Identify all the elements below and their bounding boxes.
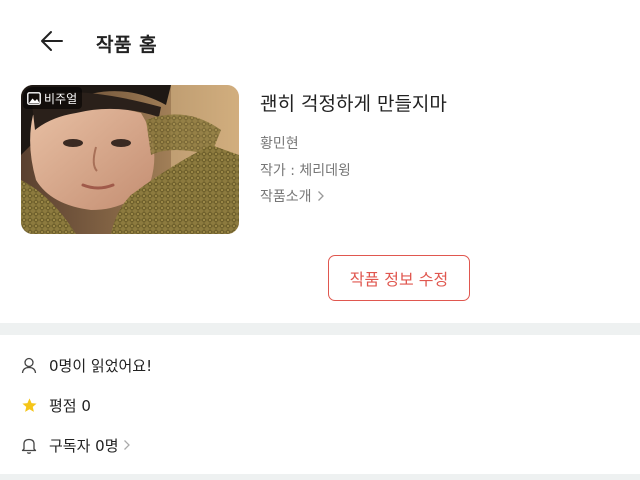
- back-button[interactable]: [36, 26, 68, 58]
- edit-work-info-button[interactable]: 작품 정보 수정: [328, 255, 470, 301]
- rating-stat: 평점 0: [20, 393, 91, 417]
- intro-link[interactable]: 작품소개: [260, 186, 325, 206]
- section-divider: [0, 474, 640, 480]
- section-divider: [0, 323, 640, 335]
- person-icon: [20, 356, 38, 374]
- cover-image[interactable]: 비주얼: [21, 85, 239, 234]
- readers-stat-label: 0명이 읽었어요!: [49, 356, 153, 375]
- work-subtitle: 황민현: [260, 136, 299, 152]
- page-title: 작품 홈: [96, 34, 158, 56]
- chevron-right-icon: [123, 439, 131, 451]
- intro-link-label: 작품소개: [260, 189, 312, 205]
- readers-stat: 0명이 읽었어요!: [20, 353, 152, 377]
- rating-stat-label: 평점 0: [49, 396, 91, 415]
- image-icon: [27, 91, 41, 105]
- star-icon: [20, 396, 38, 414]
- chevron-right-icon: [317, 191, 324, 201]
- bell-icon: [20, 436, 38, 454]
- subscribers-stat[interactable]: 구독자 0명: [20, 433, 131, 457]
- header-bar: 작품 홈: [0, 0, 640, 86]
- arrow-left-icon: [41, 31, 63, 51]
- visual-badge: 비주얼: [23, 87, 83, 109]
- work-author: 작가 : 체리데윙: [260, 163, 351, 179]
- subscribers-stat-label: 구독자 0명: [49, 436, 119, 455]
- work-title: 괜히 걱정하게 만들지마: [260, 93, 447, 115]
- visual-badge-label: 비주얼: [44, 91, 78, 106]
